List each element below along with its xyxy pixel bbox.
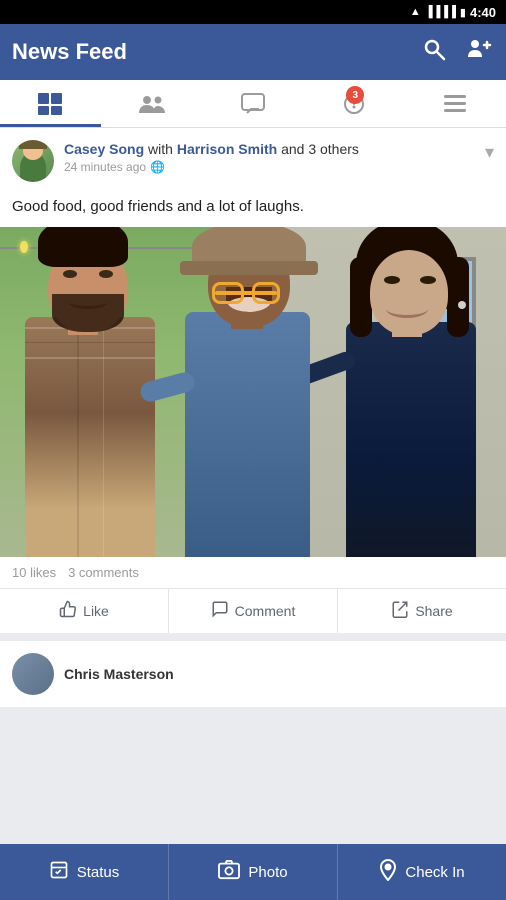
tab-bar: 3 <box>0 80 506 128</box>
post-card: Casey Song with Harrison Smith and 3 oth… <box>0 128 506 633</box>
share-label: Share <box>415 603 452 619</box>
like-icon <box>59 600 77 623</box>
bottom-bar: Status Photo Check In <box>0 844 506 900</box>
photo-icon <box>218 860 240 885</box>
status-time: 4:40 <box>470 5 496 20</box>
tab-menu[interactable] <box>405 80 506 127</box>
battery-icon: ▮ <box>460 6 466 19</box>
share-button[interactable]: Share <box>338 589 506 633</box>
post-stats: 10 likes 3 comments <box>0 557 506 589</box>
post-dropdown-icon[interactable]: ▾ <box>485 142 494 163</box>
signal-icon: ▐▐▐▐ <box>425 6 456 18</box>
tab-news-feed[interactable] <box>0 80 101 127</box>
comment-label: Comment <box>235 603 296 619</box>
author-name[interactable]: Casey Song <box>64 141 144 157</box>
post-meta: Casey Song with Harrison Smith and 3 oth… <box>64 140 494 174</box>
top-nav: News Feed <box>0 24 506 80</box>
post-author: Casey Song with Harrison Smith and 3 oth… <box>64 140 494 158</box>
globe-icon: 🌐 <box>150 160 165 174</box>
like-button[interactable]: Like <box>0 589 169 633</box>
status-icons: ▲ ▐▐▐▐ ▮ 4:40 <box>410 5 496 20</box>
feed: Casey Song with Harrison Smith and 3 oth… <box>0 128 506 707</box>
next-post-avatar <box>12 653 54 695</box>
tab-notifications[interactable]: 3 <box>304 80 405 127</box>
co-author-name[interactable]: Harrison Smith <box>177 141 277 157</box>
tab-messages[interactable] <box>202 80 303 127</box>
friend-requests-icon[interactable] <box>466 37 494 67</box>
and-text: and <box>281 141 308 157</box>
next-post-peek: Chris Masterson <box>0 641 506 707</box>
comment-icon <box>211 600 229 623</box>
post-image[interactable] <box>0 227 506 557</box>
photo-label: Photo <box>248 864 287 881</box>
checkin-action[interactable]: Check In <box>338 844 506 900</box>
page-title: News Feed <box>12 39 127 65</box>
status-bar: ▲ ▐▐▐▐ ▮ 4:40 <box>0 0 506 24</box>
next-post-author[interactable]: Chris Masterson <box>64 666 174 682</box>
status-action[interactable]: Status <box>0 844 169 900</box>
notification-badge: 3 <box>346 86 364 104</box>
avatar <box>12 140 54 182</box>
like-label: Like <box>83 603 109 619</box>
wifi-icon: ▲ <box>410 6 421 18</box>
search-icon[interactable] <box>422 37 446 67</box>
status-label: Status <box>77 864 120 881</box>
post-timestamp: 24 minutes ago 🌐 <box>64 160 494 174</box>
timestamp-text: 24 minutes ago <box>64 160 146 174</box>
post-header: Casey Song with Harrison Smith and 3 oth… <box>0 128 506 190</box>
tab-friends[interactable] <box>101 80 202 127</box>
checkin-label: Check In <box>405 864 464 881</box>
comment-button[interactable]: Comment <box>169 589 338 633</box>
likes-count: 10 likes <box>12 565 56 580</box>
photo-action[interactable]: Photo <box>169 844 338 900</box>
nav-actions <box>422 37 494 67</box>
status-icon <box>49 860 69 885</box>
checkin-icon <box>379 859 397 886</box>
others-text: 3 others <box>308 141 359 157</box>
post-text: Good food, good friends and a lot of lau… <box>0 190 506 227</box>
share-icon <box>391 600 409 623</box>
post-actions: Like Comment Share <box>0 589 506 633</box>
with-text: with <box>148 141 177 157</box>
comments-count: 3 comments <box>68 565 139 580</box>
